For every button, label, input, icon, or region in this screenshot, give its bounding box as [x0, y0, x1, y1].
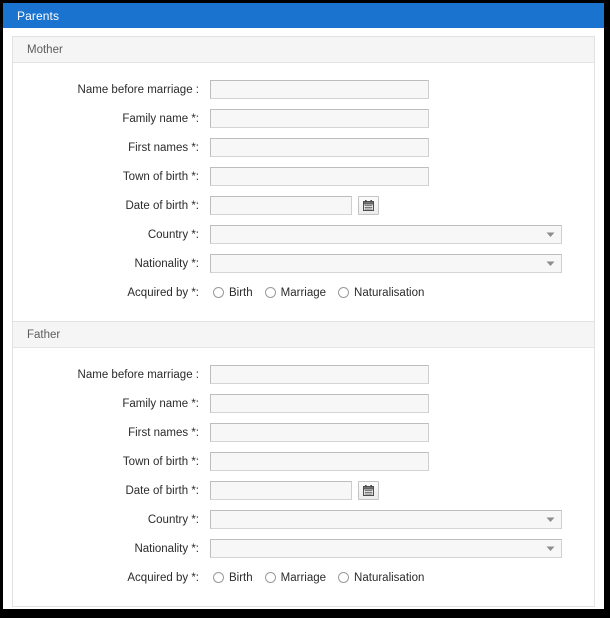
radio-icon: [264, 572, 276, 583]
field-row-acquired-by: Acquired by *: Birth Marriage Naturalisa…: [13, 278, 594, 307]
section-father-title: Father: [27, 328, 61, 341]
father-acquired-by-group: Birth Marriage Naturalisation: [210, 572, 436, 584]
section-mother-header: Mother: [13, 37, 594, 63]
mother-acquired-by-group: Birth Marriage Naturalisation: [210, 287, 436, 299]
field-row-family-name: Family name *:: [13, 389, 594, 418]
section-father-header: Father: [13, 322, 594, 348]
mother-country-select[interactable]: [210, 225, 562, 244]
father-acquired-by-birth[interactable]: Birth: [213, 572, 253, 584]
mother-acquired-by-birth[interactable]: Birth: [213, 287, 253, 299]
father-first-names-input[interactable]: [210, 423, 429, 442]
radio-icon: [264, 287, 276, 298]
mother-name-before-marriage-input[interactable]: [210, 80, 429, 99]
mother-acquired-by-marriage-label: Marriage: [280, 286, 327, 299]
father-acquired-by-naturalisation[interactable]: Naturalisation: [338, 572, 424, 584]
field-row-first-names: First names *:: [13, 418, 594, 447]
mother-family-name-input[interactable]: [210, 109, 429, 128]
field-row-town-of-birth: Town of birth *:: [13, 447, 594, 476]
father-date-of-birth-input[interactable]: [210, 481, 352, 500]
calendar-icon: [363, 485, 374, 496]
radio-icon: [213, 287, 224, 298]
label-country: Country *:: [147, 228, 199, 241]
mother-acquired-by-naturalisation[interactable]: Naturalisation: [338, 287, 424, 299]
label-first-names: First names *:: [128, 141, 199, 154]
label-nationality: Nationality *:: [134, 257, 199, 270]
radio-icon: [338, 572, 350, 583]
label-name-before-marriage: Name before marriage :: [77, 83, 199, 96]
field-row-country: Country *:: [13, 505, 594, 534]
field-row-family-name: Family name *:: [13, 104, 594, 133]
mother-acquired-by-marriage[interactable]: Marriage: [264, 286, 327, 299]
field-row-nationality: Nationality *:: [13, 249, 594, 278]
label-family-name: Family name *:: [122, 112, 199, 125]
mother-town-of-birth-input[interactable]: [210, 167, 429, 186]
father-family-name-input[interactable]: [210, 394, 429, 413]
mother-date-of-birth-input[interactable]: [210, 196, 352, 215]
label-nationality: Nationality *:: [134, 542, 199, 555]
field-row-acquired-by: Acquired by *: Birth Marriage Naturalisa…: [13, 563, 594, 592]
label-acquired-by: Acquired by *:: [127, 286, 199, 299]
radio-icon: [213, 572, 224, 583]
dialog-body: Mother Name before marriage : Family nam…: [3, 28, 604, 609]
mother-nationality-select[interactable]: [210, 254, 562, 273]
label-date-of-birth: Date of birth *:: [125, 199, 199, 212]
chevron-down-icon: [543, 541, 558, 556]
field-row-name-before-marriage: Name before marriage :: [13, 75, 594, 104]
label-date-of-birth: Date of birth *:: [125, 484, 199, 497]
chevron-down-icon: [543, 227, 558, 242]
label-name-before-marriage: Name before marriage :: [77, 368, 199, 381]
dialog-titlebar: Parents: [3, 3, 604, 28]
chevron-down-icon: [543, 256, 558, 271]
father-nationality-select[interactable]: [210, 539, 562, 558]
father-name-before-marriage-input[interactable]: [210, 365, 429, 384]
section-father: Father Name before marriage : Family nam…: [12, 322, 595, 607]
father-acquired-by-birth-label: Birth: [229, 571, 253, 584]
father-acquired-by-marriage[interactable]: Marriage: [264, 571, 327, 584]
mother-date-picker-button[interactable]: [358, 196, 379, 215]
label-town-of-birth: Town of birth *:: [122, 455, 199, 468]
radio-icon: [338, 287, 350, 298]
section-mother-body: Name before marriage : Family name *: Fi…: [13, 63, 594, 321]
chevron-down-icon: [543, 512, 558, 527]
label-town-of-birth: Town of birth *:: [122, 170, 199, 183]
mother-first-names-input[interactable]: [210, 138, 429, 157]
section-mother-title: Mother: [27, 43, 63, 56]
field-row-town-of-birth: Town of birth *:: [13, 162, 594, 191]
field-row-date-of-birth: Date of birth *:: [13, 191, 594, 220]
calendar-icon: [363, 200, 374, 211]
label-country: Country *:: [147, 513, 199, 526]
screen-background: Parents Mother Name before marriage : Fa…: [0, 0, 610, 618]
mother-acquired-by-birth-label: Birth: [229, 286, 253, 299]
father-acquired-by-marriage-label: Marriage: [280, 571, 327, 584]
dialog-title: Parents: [17, 8, 60, 23]
father-acquired-by-naturalisation-label: Naturalisation: [354, 571, 425, 584]
mother-acquired-by-naturalisation-label: Naturalisation: [354, 286, 425, 299]
label-family-name: Family name *:: [122, 397, 199, 410]
father-date-picker-button[interactable]: [358, 481, 379, 500]
field-row-nationality: Nationality *:: [13, 534, 594, 563]
parents-dialog: Parents Mother Name before marriage : Fa…: [3, 3, 604, 609]
field-row-name-before-marriage: Name before marriage :: [13, 360, 594, 389]
father-town-of-birth-input[interactable]: [210, 452, 429, 471]
field-row-first-names: First names *:: [13, 133, 594, 162]
field-row-date-of-birth: Date of birth *:: [13, 476, 594, 505]
label-acquired-by: Acquired by *:: [127, 571, 199, 584]
section-mother: Mother Name before marriage : Family nam…: [12, 36, 595, 322]
father-country-select[interactable]: [210, 510, 562, 529]
label-first-names: First names *:: [128, 426, 199, 439]
field-row-country: Country *:: [13, 220, 594, 249]
section-father-body: Name before marriage : Family name *: Fi…: [13, 348, 594, 606]
